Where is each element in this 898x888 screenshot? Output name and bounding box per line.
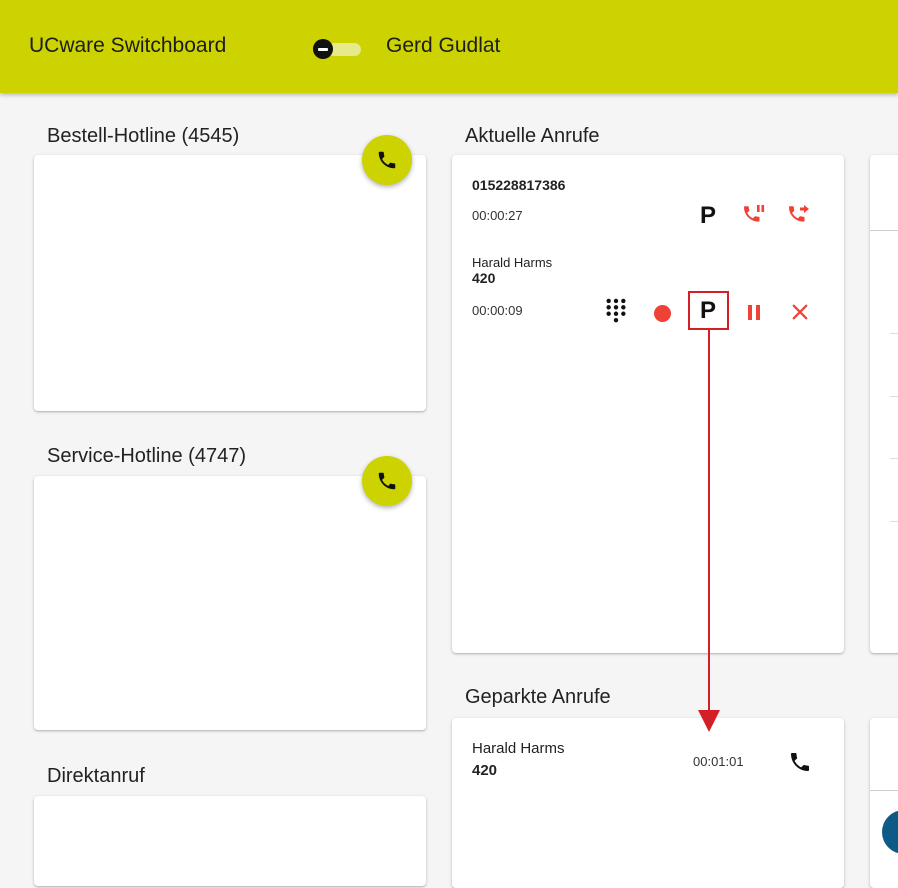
hangup-button[interactable] bbox=[788, 300, 812, 324]
pause-button[interactable] bbox=[742, 300, 766, 324]
call-duration: 00:00:27 bbox=[472, 208, 523, 223]
queue-card-direct bbox=[34, 796, 426, 886]
phone-icon bbox=[378, 472, 396, 490]
current-calls-title: Aktuelle Anrufe bbox=[465, 125, 600, 147]
resume-parked-call-button[interactable] bbox=[786, 748, 814, 776]
parked-caller-extension: 420 bbox=[472, 762, 498, 779]
hold-call-icon bbox=[744, 205, 765, 222]
hold-call-button[interactable] bbox=[741, 202, 767, 228]
queue-title-bestell: Bestell-Hotline (4545) bbox=[47, 125, 240, 147]
row-divider bbox=[890, 333, 898, 334]
app-title: UCware Switchboard bbox=[29, 34, 227, 57]
row-divider bbox=[890, 521, 898, 522]
park-highlight-box bbox=[688, 291, 729, 330]
park-button[interactable]: P bbox=[696, 202, 720, 230]
row-divider bbox=[890, 458, 898, 459]
user-name: Gerd Gudlat bbox=[386, 34, 501, 57]
record-icon bbox=[653, 304, 671, 322]
parked-calls-card: Harald Harms 420 00:01:01 bbox=[452, 718, 844, 888]
row-divider bbox=[890, 396, 898, 397]
panel-divider bbox=[870, 790, 898, 791]
queue-title-direct: Direktanruf bbox=[47, 765, 145, 787]
right-panel-card bbox=[870, 155, 898, 653]
queue-title-service: Service-Hotline (4747) bbox=[47, 445, 246, 467]
call-queue-button[interactable] bbox=[362, 135, 412, 185]
hangup-icon bbox=[792, 304, 808, 320]
dialpad-button[interactable] bbox=[604, 296, 628, 326]
transfer-call-button[interactable] bbox=[786, 202, 812, 228]
call-queue-button[interactable] bbox=[362, 456, 412, 506]
parked-duration: 00:01:01 bbox=[693, 754, 744, 769]
queue-card-service bbox=[34, 476, 426, 730]
caller-extension: 420 bbox=[472, 270, 496, 286]
queue-card-bestell bbox=[34, 155, 426, 411]
right-lower-card bbox=[870, 718, 898, 888]
caller-number: 015228817386 bbox=[472, 177, 566, 193]
dialpad-icon bbox=[606, 298, 626, 323]
caller-name: Harald Harms bbox=[472, 255, 553, 270]
pause-icon bbox=[748, 304, 760, 320]
phone-icon bbox=[378, 151, 396, 169]
call-duration: 00:00:09 bbox=[472, 303, 523, 318]
panel-divider bbox=[870, 230, 898, 231]
phone-icon bbox=[791, 753, 809, 771]
transfer-call-icon bbox=[789, 205, 809, 222]
parked-caller-name: Harald Harms bbox=[472, 740, 565, 757]
status-toggle[interactable] bbox=[313, 39, 363, 59]
top-bar: UCware Switchboard Gerd Gudlat bbox=[0, 0, 898, 93]
toggle-thumb bbox=[313, 39, 333, 59]
record-button[interactable] bbox=[650, 301, 674, 325]
parked-calls-title: Geparkte Anrufe bbox=[465, 686, 611, 708]
current-calls-card: 015228817386 00:00:27 P Harald Harms 420… bbox=[452, 155, 844, 653]
park-icon: P bbox=[699, 202, 716, 229]
avatar[interactable] bbox=[882, 810, 898, 854]
